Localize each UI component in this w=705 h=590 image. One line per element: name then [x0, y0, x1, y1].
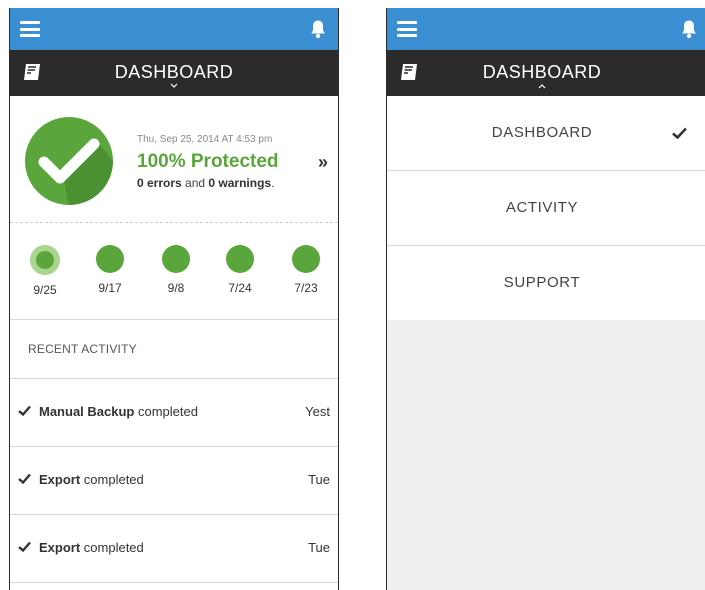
- history-dot: [226, 245, 254, 273]
- checkmark-icon: [18, 473, 31, 484]
- history-item[interactable]: 7/23: [281, 245, 331, 295]
- history-item[interactable]: 9/25: [20, 245, 70, 297]
- error-count: 0 errors: [137, 176, 182, 190]
- activity-name: Manual Backup: [39, 404, 135, 419]
- menu-item-label: SUPPORT: [503, 274, 581, 291]
- history-item[interactable]: 9/8: [151, 245, 201, 295]
- history-item[interactable]: 7/24: [215, 245, 265, 295]
- activity-description: Export completed: [39, 472, 144, 487]
- menu-backdrop: [387, 320, 705, 590]
- activity-name: Export: [39, 472, 81, 487]
- activity-row[interactable]: Export completed Tue: [10, 515, 338, 582]
- header-bar: DASHBOARD: [10, 50, 338, 96]
- activity-time: Yest: [305, 404, 330, 419]
- divider: [10, 582, 338, 583]
- status-details-chevron[interactable]: »: [318, 152, 328, 173]
- menu-item-dashboard[interactable]: DASHBOARD: [387, 96, 705, 171]
- history-dot: [96, 245, 124, 273]
- checkmark-icon: [18, 405, 31, 416]
- menu-item-support[interactable]: SUPPORT: [387, 246, 705, 321]
- checkmark-icon: [18, 541, 31, 552]
- hamburger-menu-icon[interactable]: [397, 21, 417, 37]
- menu-item-activity[interactable]: ACTIVITY: [387, 171, 705, 246]
- bell-icon[interactable]: [310, 19, 326, 39]
- history-date: 9/8: [167, 281, 185, 295]
- activity-status: completed: [134, 404, 198, 419]
- recent-activity-heading: RECENT ACTIVITY: [28, 342, 137, 356]
- activity-description: Manual Backup completed: [39, 404, 198, 419]
- history-dot: [292, 245, 320, 273]
- protection-status: 100% Protected: [137, 151, 279, 172]
- bell-icon[interactable]: [681, 19, 697, 39]
- history-date: 7/23: [294, 281, 318, 295]
- activity-status: completed: [80, 472, 144, 487]
- history-date: 9/25: [33, 283, 57, 297]
- activity-name: Export: [39, 540, 81, 555]
- status-connector: and: [181, 176, 209, 190]
- history-dot-selected: [30, 245, 60, 275]
- status-summary: 0 errors and 0 warnings.: [137, 176, 274, 190]
- header-title[interactable]: DASHBOARD: [387, 62, 705, 83]
- status-period: .: [271, 176, 275, 190]
- header-title[interactable]: DASHBOARD: [10, 62, 338, 83]
- history-date: 9/17: [98, 281, 122, 295]
- menu-item-label: ACTIVITY: [505, 199, 579, 216]
- status-timestamp: Thu, Sep 25, 2014 AT 4:53 pm: [137, 134, 273, 145]
- dashboard-screen: DASHBOARD Thu, Sep 25, 2014 AT 4:53 pm 1…: [9, 8, 339, 590]
- top-bar: [10, 8, 338, 50]
- hamburger-menu-icon[interactable]: [20, 21, 40, 37]
- header-bar: DASHBOARD: [387, 50, 705, 96]
- checkmark-circle-icon: [25, 117, 113, 205]
- divider: [10, 319, 338, 320]
- history-item[interactable]: 9/17: [85, 245, 135, 295]
- activity-description: Export completed: [39, 540, 144, 555]
- navigation-menu-screen: DASHBOARD DASHBOARD ACTIVITY SUPPORT: [386, 8, 705, 590]
- activity-time: Tue: [308, 472, 330, 487]
- top-bar: [387, 8, 705, 50]
- warning-count: 0 warnings: [208, 176, 272, 190]
- chevron-up-icon[interactable]: [538, 83, 546, 89]
- history-date: 7/24: [228, 281, 252, 295]
- activity-status: completed: [80, 540, 144, 555]
- activity-time: Tue: [308, 540, 330, 555]
- history-dot: [162, 245, 190, 273]
- activity-row[interactable]: Manual Backup completed Yest: [10, 379, 338, 446]
- checkmark-icon: [672, 127, 687, 139]
- menu-item-label: DASHBOARD: [491, 124, 593, 141]
- protection-status-card[interactable]: Thu, Sep 25, 2014 AT 4:53 pm 100% Protec…: [10, 96, 338, 222]
- activity-row[interactable]: Export completed Tue: [10, 447, 338, 514]
- backup-history: 9/25 9/17 9/8 7/24 7/23: [10, 223, 338, 319]
- chevron-down-icon[interactable]: [170, 83, 178, 89]
